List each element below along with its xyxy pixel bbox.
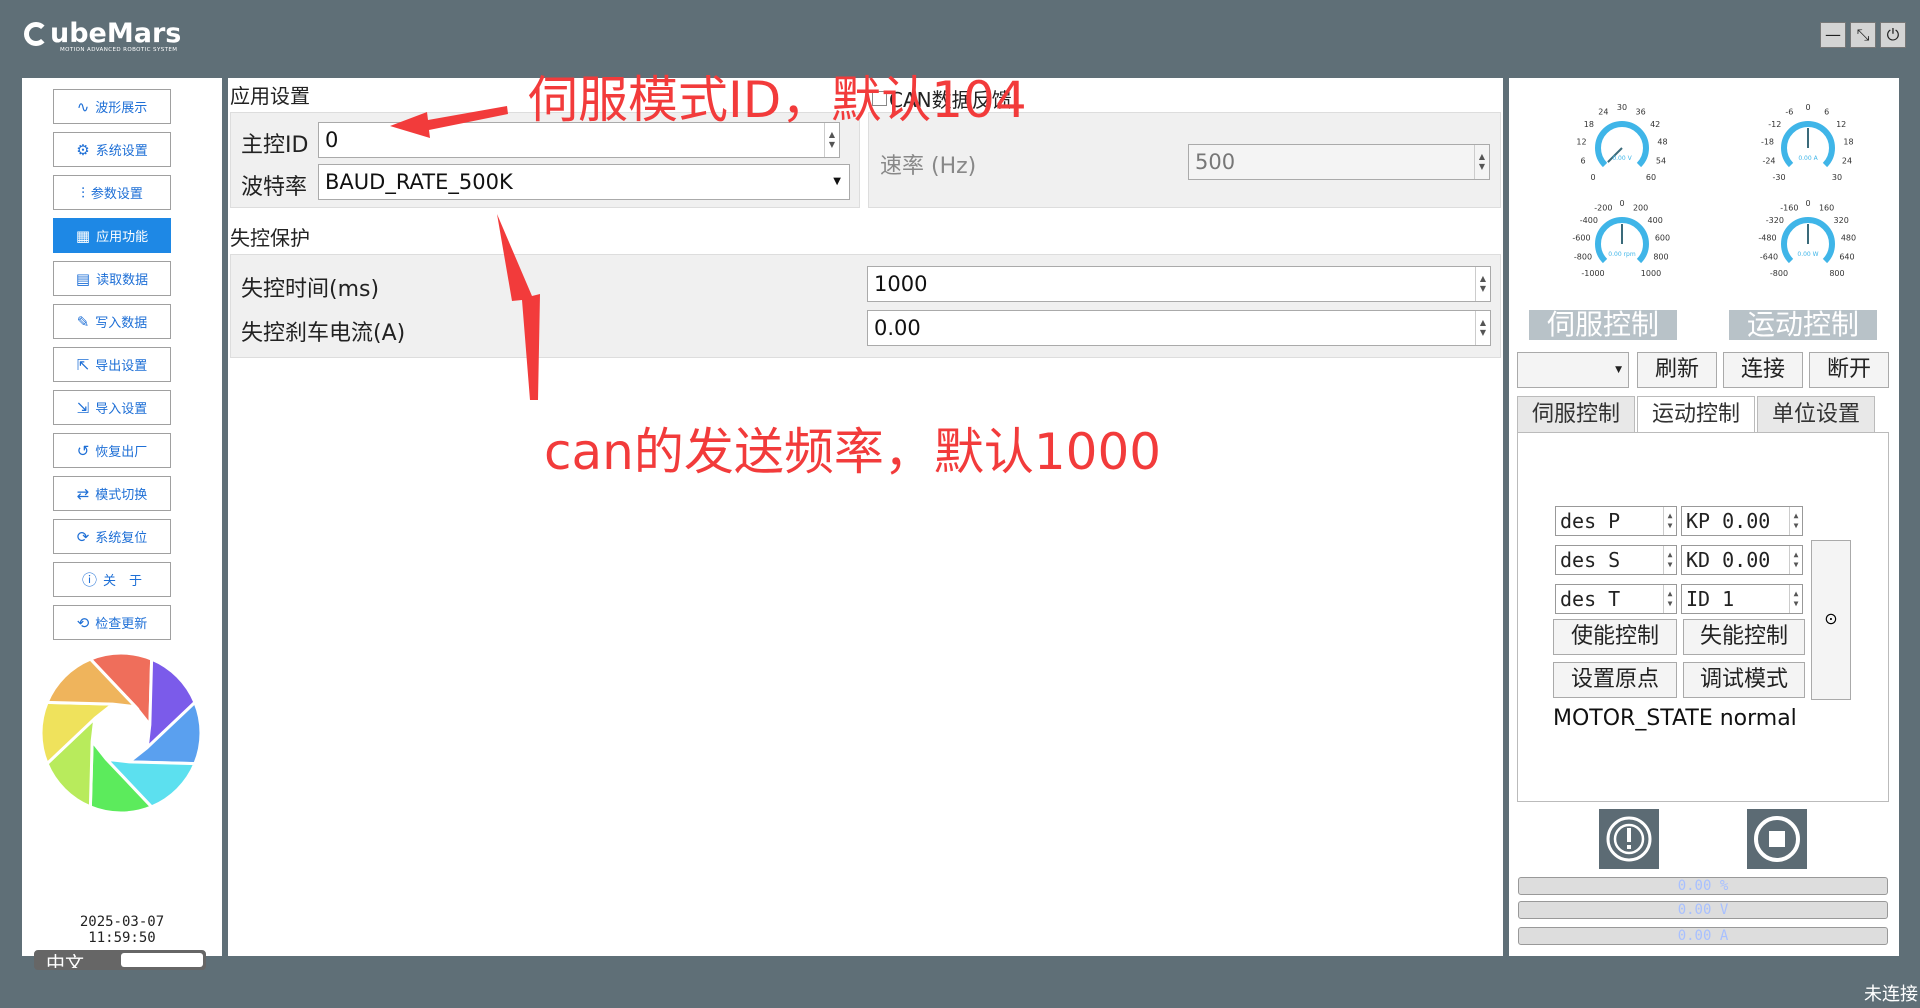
gauge-tick-label: 160 [1819, 203, 1834, 212]
gauge-tick-label: -30 [1772, 173, 1785, 182]
gauge-tick-label: 0 [1805, 199, 1810, 208]
gauge-tick-label: 18 [1843, 138, 1853, 147]
alarm-button[interactable] [1599, 809, 1659, 869]
stop-icon [1754, 816, 1800, 862]
tab-servo-control[interactable]: 伺服控制 [1517, 396, 1635, 432]
gauge-tick-label: 24 [1842, 157, 1852, 166]
gauge-tick-label: 6 [1824, 107, 1829, 116]
gauge-tick-label: -640 [1760, 253, 1778, 262]
enable-control-button[interactable]: 使能控制 [1553, 619, 1677, 655]
gauge-tick-label: 48 [1657, 138, 1667, 147]
chevron-down-icon: ▼ [1615, 365, 1622, 375]
gauge-tick-label: 0 [1619, 199, 1624, 208]
control-panel: 0 6 12 18 24 30 36 42 48 54 60 0.00 V -30 -24 -18 -12 -6… [1509, 78, 1899, 956]
spin-arrows-icon[interactable]: ▲ ▼ [1663, 585, 1676, 613]
alarm-icon [1606, 816, 1652, 862]
gauge-tick-label: 200 [1633, 203, 1648, 212]
tab-unit-settings[interactable]: 单位设置 [1757, 396, 1875, 432]
gauge-tick-label: -160 [1780, 203, 1798, 212]
gauge-tick-label: 12 [1576, 138, 1586, 147]
gauge-tick-label: -24 [1762, 157, 1775, 166]
spin-arrows-icon[interactable]: ▲ ▼ [1663, 546, 1676, 574]
gauge-tick-label: -18 [1761, 138, 1774, 147]
gauge-tick-label: -600 [1572, 234, 1590, 243]
gauge-tick-label: 400 [1648, 216, 1663, 225]
connect-button[interactable]: 连接 [1723, 352, 1803, 388]
motion-control-label: 运动控制 [1729, 310, 1877, 340]
send-button[interactable]: ⊙ [1811, 540, 1851, 700]
current-bar: 0.00 A [1518, 927, 1888, 945]
gauge-tick-label: 30 [1832, 173, 1842, 182]
gauge-dial: -30 -24 -18 -12 -6 0 6 12 18 2430 0.00 A [1761, 103, 1854, 182]
gauge-tick-label: 600 [1655, 234, 1670, 243]
gauge-value: 0.00 V [1612, 155, 1632, 162]
gauge-tick-label: -800 [1770, 269, 1788, 278]
kd-value: KD 0.00 [1686, 548, 1771, 572]
play-icon: ⊙ [1824, 609, 1838, 628]
percent-bar: 0.00 % [1518, 877, 1888, 895]
kd-input[interactable]: KD 0.00 ▲ ▼ [1681, 545, 1803, 575]
des-t-value: des T 0.00 [1560, 587, 1621, 611]
gauge-tick-label: 0 [1590, 173, 1595, 182]
gauge-tick-label: -480 [1758, 234, 1776, 243]
id-value: ID 1 [1686, 587, 1735, 611]
tab-motion-control[interactable]: 运动控制 [1637, 396, 1755, 432]
des-s-input[interactable]: des S 0.00 ▲▼ [1555, 545, 1677, 575]
gauge-tick-label: 320 [1834, 216, 1849, 225]
gauge-dial: 06 12 18 24 30 36 42 48 5460 0.00 V [1576, 103, 1667, 182]
gauge-tick-label: 18 [1584, 120, 1594, 129]
des-s-value: des S 0.00 [1560, 548, 1621, 572]
gauge-tick-label: 42 [1650, 120, 1660, 129]
gauge-tick-label: 640 [1839, 253, 1854, 262]
gauge-dial: -800 -640 -480 -320 -160 0 160320 480 640 800 0.00… [1758, 199, 1856, 278]
gauge-tick-label: 800 [1829, 269, 1844, 278]
gauge-tick-label: 800 [1653, 253, 1668, 262]
port-select[interactable]: ▼ [1517, 352, 1629, 388]
stop-button[interactable] [1747, 809, 1807, 869]
gauge-tick-label: 0 [1805, 103, 1810, 112]
gauge-tick-label: -6 [1785, 107, 1793, 116]
gauge-value: 0.00 rpm [1608, 251, 1636, 258]
gauge-tick-label: -200 [1594, 203, 1612, 212]
gauge-tick-label: -320 [1766, 216, 1784, 225]
des-p-input[interactable]: des P 0.00 ▲▼ [1555, 506, 1677, 536]
spin-arrows-icon[interactable]: ▲ ▼ [1789, 585, 1802, 613]
kp-value: KP 0.00 [1686, 509, 1771, 533]
des-t-input[interactable]: des T 0.00 ▲▼ [1555, 584, 1677, 614]
gauge-tick-label: -800 [1574, 253, 1592, 262]
gauge-value: 0.00 A [1798, 155, 1818, 162]
debug-mode-button[interactable]: 调试模式 [1683, 662, 1805, 698]
gauge-tick-label: 36 [1636, 107, 1646, 116]
arrow-to-baud-icon [497, 214, 540, 400]
gauge-tick-label: 480 [1841, 234, 1856, 243]
kp-input[interactable]: KP 0.00 ▲ ▼ [1681, 506, 1803, 536]
gauge-tick-label: 6 [1580, 157, 1585, 166]
id-input[interactable]: ID 1 ▲ ▼ [1681, 584, 1803, 614]
arrow-to-master-id-icon [390, 106, 508, 138]
disable-control-button[interactable]: 失能控制 [1683, 619, 1805, 655]
gauge-tick-label: -400 [1580, 216, 1598, 225]
refresh-button[interactable]: 刷新 [1637, 352, 1717, 388]
connection-status: 未连接 [1864, 984, 1918, 1005]
gauge-value: 0.00 W [1797, 251, 1818, 258]
gauge-dial: -1000 -800 -600 -400 -200 0 200400 600 800 1000 0.… [1572, 199, 1670, 278]
gauge-tick-label: 54 [1656, 157, 1666, 166]
gauge-tick-label: 1000 [1641, 269, 1661, 278]
spin-arrows-icon[interactable]: ▲ ▼ [1789, 507, 1802, 535]
set-origin-button[interactable]: 设置原点 [1553, 662, 1677, 698]
gauge-tick-label: -1000 [1581, 269, 1604, 278]
gauge-tick-label: 60 [1646, 173, 1656, 182]
gauge-tick-label: -12 [1768, 120, 1781, 129]
spin-arrows-icon[interactable]: ▲ ▼ [1663, 507, 1676, 535]
gauge-tick-label: 24 [1598, 107, 1608, 116]
motor-state: MOTOR_STATE normal [1553, 706, 1797, 731]
disconnect-button[interactable]: 断开 [1809, 352, 1889, 388]
gauge-tick-label: 30 [1617, 103, 1627, 112]
des-p-value: des P 0.00 [1560, 509, 1621, 533]
servo-control-label: 伺服控制 [1529, 310, 1677, 340]
gauge-tick-label: 12 [1836, 120, 1846, 129]
voltage-bar: 0.00 V [1518, 901, 1888, 919]
spin-arrows-icon[interactable]: ▲ ▼ [1789, 546, 1802, 574]
